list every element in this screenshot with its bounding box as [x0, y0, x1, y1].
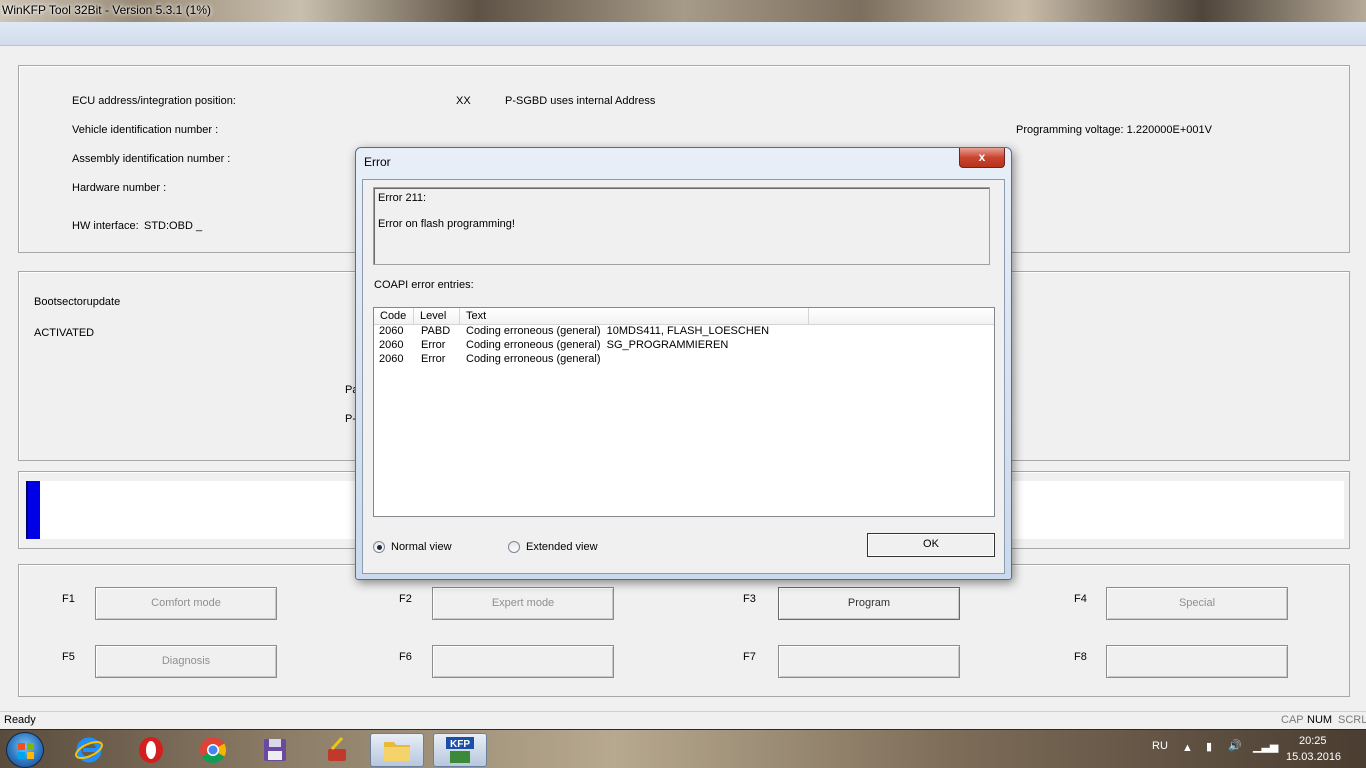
radio-unselected-icon [508, 541, 520, 553]
scroll-indicator: SCRL [1338, 714, 1366, 726]
cell-text: Coding erroneous (general) [466, 353, 601, 365]
f2-key-label: F2 [399, 593, 412, 605]
file-explorer-icon[interactable] [370, 733, 424, 767]
diagnosis-button[interactable]: Diagnosis [95, 645, 277, 678]
normal-view-label: Normal view [391, 541, 452, 553]
radio-selected-icon [373, 541, 385, 553]
caps-indicator: CAP [1281, 714, 1304, 726]
coapi-error-list[interactable]: Code Level Text 2060 PABD Coding erroneo… [373, 307, 995, 517]
clock-date[interactable]: 15.03.2016 [1286, 751, 1341, 768]
special-button[interactable]: Special [1106, 587, 1288, 620]
column-header-text[interactable]: Text [460, 308, 809, 325]
tray-expand-icon[interactable]: ▲ [1182, 742, 1193, 768]
f5-key-label: F5 [62, 651, 75, 663]
cell-code: 2060 [379, 325, 404, 337]
menu-bar [0, 22, 1366, 46]
hw-interface-label: HW interface: [72, 220, 139, 232]
extended-view-label: Extended view [526, 541, 598, 553]
status-text: Ready [4, 714, 36, 726]
hardware-number-label: Hardware number : [72, 182, 167, 194]
dialog-title: Error [364, 155, 391, 169]
error-message-box: Error 211: Error on flash programming! [373, 187, 990, 265]
num-indicator: NUM [1307, 714, 1333, 726]
f7-button[interactable] [778, 645, 960, 678]
cell-level: Error [421, 339, 446, 351]
cell-text: Coding erroneous (general) 10MDS411, FLA… [466, 325, 770, 337]
start-orb-icon[interactable] [6, 732, 44, 768]
program-button[interactable]: Program [778, 587, 960, 620]
close-icon[interactable]: x [959, 148, 1005, 168]
taskbar: KFP RU ▲ ▮ 🔊 ▁▃▅ 20:25 15.03.2016 [0, 729, 1366, 768]
battery-icon[interactable]: ▮ [1206, 740, 1212, 768]
error-dialog: Error x Error 211: Error on flash progra… [355, 147, 1012, 580]
ecu-address-label: ECU address/integration position: [72, 95, 236, 107]
vin-label: Vehicle identification number : [72, 124, 219, 136]
coapi-label: COAPI error entries: [374, 279, 474, 291]
expert-mode-button[interactable]: Expert mode [432, 587, 614, 620]
dialog-body: Error 211: Error on flash programming! C… [362, 179, 1005, 574]
progress-bar-fill [26, 481, 40, 539]
hw-interface-value: STD:OBD _ [144, 220, 203, 232]
f8-key-label: F8 [1074, 651, 1087, 663]
title-bar: WinKFP Tool 32Bit - Version 5.3.1 (1%) [0, 0, 1366, 22]
window-title: WinKFP Tool 32Bit - Version 5.3.1 (1%) [2, 3, 211, 17]
f1-key-label: F1 [62, 593, 75, 605]
column-header-level[interactable]: Level [414, 308, 460, 325]
network-signal-icon[interactable]: ▁▃▅ [1253, 740, 1278, 768]
table-row[interactable]: 2060 Error Coding erroneous (general) [374, 353, 994, 367]
normal-view-radio[interactable]: Normal view [373, 541, 452, 553]
f6-key-label: F6 [399, 651, 412, 663]
bootsector-status: ACTIVATED [34, 327, 95, 339]
cell-code: 2060 [379, 339, 404, 351]
save-disk-icon[interactable] [248, 733, 302, 767]
chrome-icon[interactable] [186, 733, 240, 767]
volume-icon[interactable]: 🔊 [1228, 739, 1242, 768]
table-row[interactable]: 2060 Error Coding erroneous (general) SG… [374, 339, 994, 353]
status-bar: Ready CAP NUM SCRL [0, 711, 1366, 729]
kfp-icon[interactable]: KFP [433, 733, 487, 767]
column-header-empty [809, 308, 994, 325]
function-keys-group: F1 Comfort mode F2 Expert mode F3 Progra… [18, 564, 1350, 697]
bootsector-label: Bootsectorupdate [34, 296, 121, 308]
ok-button[interactable]: OK [867, 533, 995, 557]
opera-icon[interactable] [124, 733, 178, 767]
ccleaner-icon[interactable] [310, 733, 364, 767]
assembly-number-label: Assembly identification number : [72, 153, 231, 165]
psgbd-address-text: P-SGBD uses internal Address [505, 95, 656, 107]
f8-button[interactable] [1106, 645, 1288, 678]
table-row[interactable]: 2060 PABD Coding erroneous (general) 10M… [374, 325, 994, 339]
error-code-text: Error 211: [378, 192, 427, 204]
comfort-mode-button[interactable]: Comfort mode [95, 587, 277, 620]
ecu-address-value: XX [456, 95, 471, 107]
error-message-text: Error on flash programming! [378, 218, 515, 230]
cell-text: Coding erroneous (general) SG_PROGRAMMIE… [466, 339, 729, 351]
column-header-code[interactable]: Code [374, 308, 414, 325]
extended-view-radio[interactable]: Extended view [508, 541, 598, 553]
programming-voltage: Programming voltage: 1.220000E+001V [1016, 124, 1212, 136]
cell-level: Error [421, 353, 446, 365]
language-indicator[interactable]: RU [1152, 740, 1168, 768]
f4-key-label: F4 [1074, 593, 1087, 605]
svg-text:KFP: KFP [450, 739, 470, 750]
f3-key-label: F3 [743, 593, 756, 605]
cell-level: PABD [421, 325, 451, 337]
internet-explorer-icon[interactable] [62, 733, 116, 767]
f6-button[interactable] [432, 645, 614, 678]
cell-code: 2060 [379, 353, 404, 365]
f7-key-label: F7 [743, 651, 756, 663]
